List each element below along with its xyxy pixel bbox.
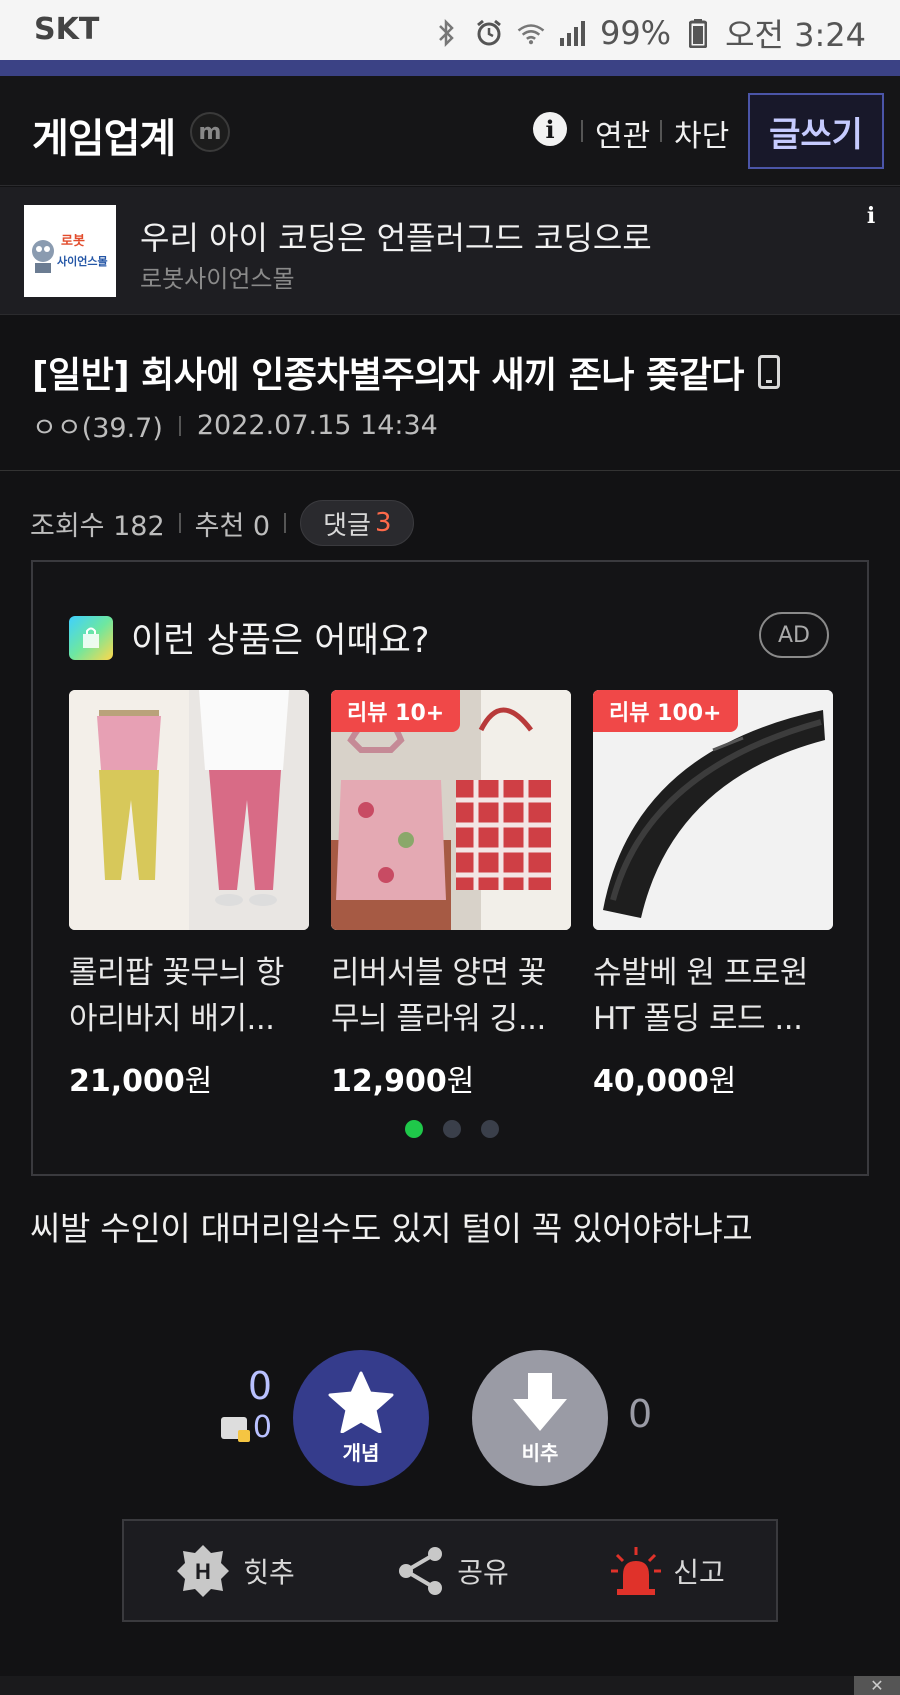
signal-icon — [558, 18, 588, 48]
comments-label: 댓글 — [323, 510, 371, 541]
share-label: 공유 — [457, 1555, 509, 1589]
carrier-name: SKT — [34, 12, 100, 47]
wifi-icon — [516, 18, 546, 48]
upvote-button[interactable]: 개념 — [293, 1350, 429, 1486]
product-image[interactable]: 리뷰 10+ — [331, 690, 571, 930]
product-card[interactable]: 리뷰 10+ 리버서블 양면 꽃무늬 플라워 깅... 12,900원 — [331, 690, 571, 1100]
report-button[interactable]: 신고 — [611, 1545, 725, 1597]
post-title-text: [일반] 회사에 인종차별주의자 새끼 존나 좆같다 — [32, 355, 744, 396]
product-ad-heading: 이런 상품은 어때요? — [131, 621, 430, 661]
post-datetime: 2022.07.15 14:34 — [196, 410, 438, 441]
clock: 오전 3:24 — [725, 16, 866, 54]
accent-strip — [0, 60, 900, 76]
logo-text-bottom: 사이언스몰 — [57, 254, 108, 268]
alarm-icon — [474, 18, 504, 48]
author[interactable]: ㅇㅇ(39.7) — [32, 406, 163, 445]
comments-count: 3 — [374, 508, 392, 538]
hit-label: 힛추 — [243, 1555, 295, 1589]
battery-icon — [683, 18, 713, 48]
product-name: 슈발베 원 프로원 HT 폴딩 로드 ... — [593, 955, 808, 1037]
carousel-dot[interactable] — [443, 1120, 461, 1138]
close-icon[interactable]: ✕ — [854, 1676, 900, 1695]
product-image[interactable] — [69, 690, 309, 930]
report-label: 신고 — [673, 1555, 725, 1589]
downvote-button[interactable]: 비추 — [472, 1350, 608, 1486]
status-bar: SKT 99% 오전 3:24 — [0, 0, 900, 60]
separator — [178, 513, 181, 533]
star-icon — [328, 1371, 394, 1433]
product-price: 12,900원 — [331, 1064, 475, 1099]
vote-area: 0 0 개념 비추 0 — [0, 1346, 900, 1486]
down-arrow-icon — [513, 1372, 567, 1431]
product-card[interactable]: 롤리팝 꽃무늬 항아리바지 배기... 21,000원 — [69, 690, 309, 1100]
advertiser-logo: 로봇 사이언스몰 — [24, 205, 116, 297]
view-count: 조회수 182 — [30, 510, 165, 542]
separator — [178, 415, 181, 436]
fixed-upvote-count: 0 — [252, 1410, 272, 1445]
fixed-upvote: 0 — [212, 1410, 272, 1445]
hit-icon: H — [177, 1544, 230, 1597]
divider — [0, 470, 900, 471]
review-badge: 리뷰 100+ — [593, 690, 738, 732]
gallery-header: 게임업계 m i 연관 차단 글쓰기 — [0, 76, 900, 186]
product-name: 롤리팝 꽃무늬 항아리바지 배기... — [69, 955, 284, 1037]
upvote-count: 0 — [247, 1364, 272, 1408]
mobile-icon — [757, 355, 780, 389]
upvote-counts: 0 0 — [212, 1364, 272, 1445]
review-badge: 리뷰 10+ — [331, 690, 461, 732]
banner-advertiser: 로봇사이언스몰 — [140, 265, 295, 293]
post-title: [일반] 회사에 인종차별주의자 새끼 존나 좆같다 — [32, 346, 780, 398]
recommend-count: 추천 0 — [194, 510, 271, 542]
shopping-bag-icon — [69, 615, 113, 660]
battery-percent: 99% — [599, 14, 672, 52]
carousel-pagination — [33, 1120, 871, 1138]
siren-icon — [611, 1546, 662, 1595]
banner-ad[interactable]: 로봇 사이언스몰 우리 아이 코딩은 언플러그드 코딩으로 로봇사이언스몰 i — [0, 187, 900, 315]
post-action-bar: H 힛추 공유 신고 — [122, 1519, 778, 1622]
hit-button[interactable]: H 힛추 — [175, 1543, 295, 1599]
post-stats: 조회수 182 추천 0 댓글 3 — [30, 500, 415, 546]
carousel-dot[interactable] — [405, 1120, 423, 1138]
share-icon — [399, 1546, 443, 1595]
product-price: 40,000원 — [593, 1064, 737, 1099]
product-name: 리버서블 양면 꽃무늬 플라워 깅... — [331, 955, 546, 1037]
separator — [660, 120, 662, 142]
separator — [581, 120, 583, 142]
post-meta: ㅇㅇ(39.7) 2022.07.15 14:34 — [32, 406, 438, 445]
bottom-ad-strip — [0, 1676, 900, 1695]
product-ad-box: 이런 상품은 어때요? AD 롤리팝 꽃무늬 항아리바지 배기... 21,00… — [31, 560, 869, 1176]
ad-info-icon[interactable]: i — [856, 201, 886, 231]
downvote-label: 비추 — [521, 1440, 559, 1465]
fixed-user-icon — [220, 1416, 250, 1442]
gallery-title[interactable]: 게임업계 — [32, 106, 176, 164]
product-ad-header: 이런 상품은 어때요? — [69, 612, 429, 663]
product-price: 21,000원 — [69, 1064, 213, 1099]
minor-gallery-badge: m — [190, 112, 230, 152]
ad-badge[interactable]: AD — [759, 612, 829, 658]
upvote-label: 개념 — [342, 1440, 380, 1465]
logo-text-top: 로봇 — [61, 233, 85, 248]
carousel-dot[interactable] — [481, 1120, 499, 1138]
block-link[interactable]: 차단 — [674, 111, 729, 155]
write-button[interactable]: 글쓰기 — [748, 93, 884, 169]
product-image[interactable]: 리뷰 100+ — [593, 690, 833, 930]
info-icon[interactable]: i — [533, 112, 567, 146]
svg-text:H: H — [195, 1559, 211, 1584]
share-button[interactable]: 공유 — [397, 1545, 509, 1597]
product-card[interactable]: 리뷰 100+ 슈발베 원 프로원 HT 폴딩 로드 ... 40,000원 — [593, 690, 833, 1100]
downvote-count: 0 — [628, 1392, 653, 1436]
post-body: 씨발 수인이 대머리일수도 있지 털이 꼭 있어야하냐고 — [30, 1209, 753, 1248]
banner-title[interactable]: 우리 아이 코딩은 언플러그드 코딩으로 — [140, 213, 652, 259]
status-icons: 99% 오전 3:24 — [432, 10, 866, 56]
separator — [284, 513, 287, 533]
bluetooth-icon — [432, 18, 462, 48]
related-link[interactable]: 연관 — [595, 111, 650, 155]
comments-button[interactable]: 댓글 3 — [300, 500, 415, 546]
